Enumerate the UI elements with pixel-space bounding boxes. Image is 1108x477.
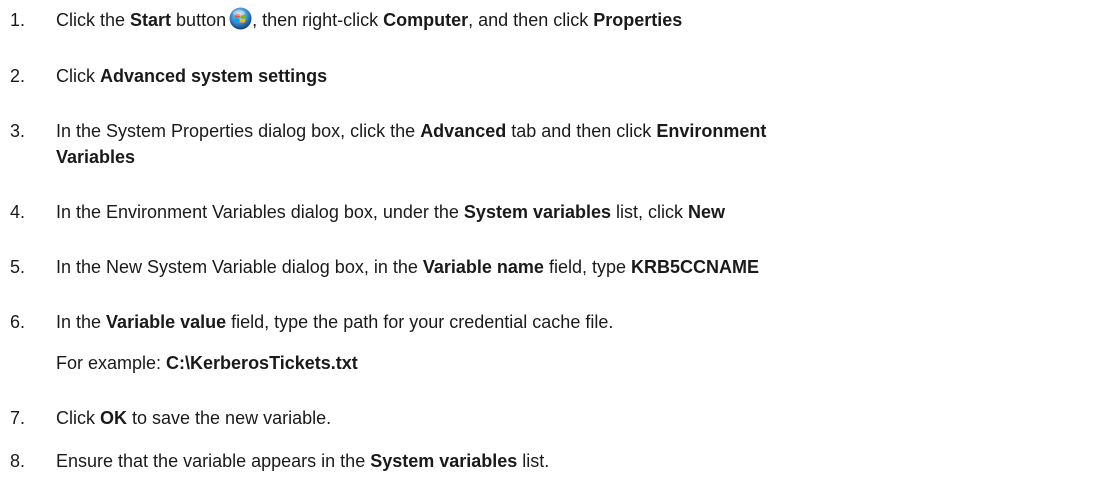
step-text-segment: tab and then click <box>506 121 657 141</box>
step-number: 6. <box>10 312 26 332</box>
step-text-segment: In the <box>56 312 107 332</box>
step-text-segment: field, type <box>543 257 631 277</box>
step-text-bold: OK <box>100 408 127 428</box>
step-text-segment: Click <box>56 66 100 86</box>
step-text-bold: New <box>688 202 726 222</box>
step-text-bold: Computer <box>383 10 469 30</box>
step-text-bold: System variables <box>463 202 612 222</box>
step-text-segment: , and then click <box>468 10 594 30</box>
step-text-bold: Environment <box>656 121 767 141</box>
step-number: 8. <box>10 451 26 471</box>
step-text-bold: Variables <box>56 147 136 167</box>
step-text-segment: list. <box>517 451 550 471</box>
step-text-segment: list, click <box>611 202 689 222</box>
step-text-bold: Variable name <box>422 257 544 277</box>
step-text-segment: Click <box>56 408 100 428</box>
step-text: In the System Properties dialog box, cli… <box>56 118 766 144</box>
step-number: 5. <box>10 257 26 277</box>
step-text-continued: Variables <box>56 144 135 170</box>
step-text-bold: System variables <box>370 451 518 471</box>
step-text-bold: Variable value <box>106 312 227 332</box>
step-number: 2. <box>10 66 26 86</box>
step-example-line: For example: C:\KerberosTickets.txt <box>56 350 358 376</box>
instruction-list: 1. Click the Start button , then right-c… <box>0 0 1108 477</box>
step-text: Click OK to save the new variable. <box>56 405 331 431</box>
step-text: Ensure that the variable appears in the … <box>56 448 549 474</box>
windows-start-orb-icon <box>229 7 252 30</box>
step-number: 4. <box>10 202 26 222</box>
step-text-segment: Click the <box>56 10 131 30</box>
step-text-bold: Advanced <box>420 121 507 141</box>
step-text: In the Variable value field, type the pa… <box>56 309 613 335</box>
step-text: Click Advanced system settings <box>56 63 327 89</box>
example-path: C:\KerberosTickets.txt <box>166 353 358 373</box>
step-text-segment: For example: <box>56 353 167 373</box>
step-text-segment: , then right-click <box>252 10 384 30</box>
step-text: In the Environment Variables dialog box,… <box>56 199 725 225</box>
step-text: In the New System Variable dialog box, i… <box>56 254 759 280</box>
step-text-segment: In the System Properties dialog box, cli… <box>56 121 421 141</box>
step-text-segment: Ensure that the variable appears in the <box>56 451 371 471</box>
step-text-segment: field, type the path for your credential… <box>226 312 614 332</box>
step-text-segment: button <box>171 10 227 30</box>
step-text-bold: Start <box>130 10 172 30</box>
step-text-segment: to save the new variable. <box>127 408 332 428</box>
step-text-bold: Properties <box>593 10 683 30</box>
step-text: Click the Start button , then right-clic… <box>56 7 682 33</box>
step-number: 3. <box>10 121 26 141</box>
step-number: 1. <box>10 10 26 30</box>
step-text-segment: In the Environment Variables dialog box,… <box>56 202 464 222</box>
step-text-bold: Advanced system settings <box>100 66 328 86</box>
step-text-segment: In the New System Variable dialog box, i… <box>56 257 423 277</box>
step-text-bold: KRB5CCNAME <box>631 257 760 277</box>
step-number: 7. <box>10 408 26 428</box>
